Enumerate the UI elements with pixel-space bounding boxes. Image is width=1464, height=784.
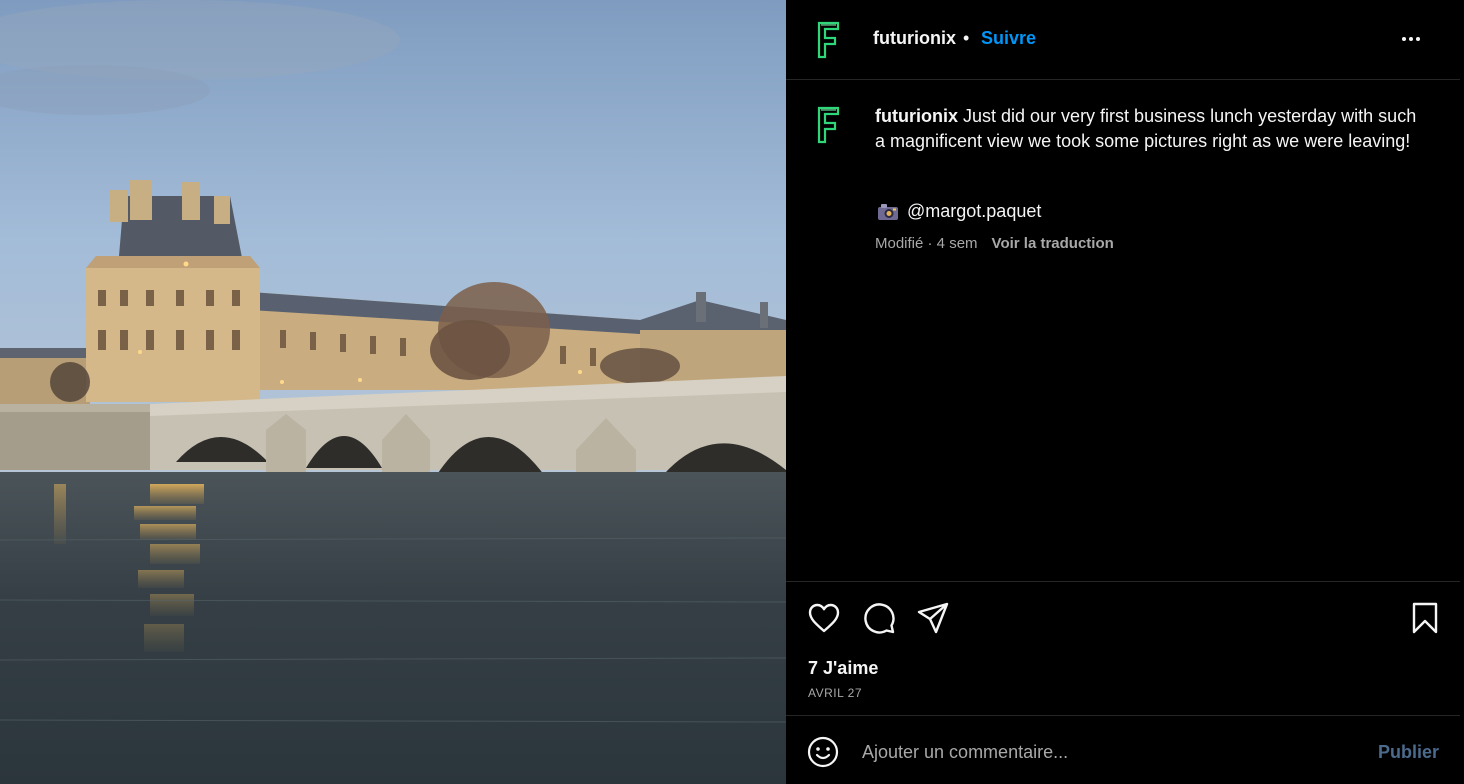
credit-handle[interactable]: @margot.paquet [907, 201, 1041, 222]
letter-f-logo[interactable] [814, 105, 842, 145]
post-author-username[interactable]: futurionix [873, 28, 956, 49]
comment-composer: Publier [786, 717, 1460, 784]
emoji-icon-svg [807, 736, 839, 768]
post-actions: 7 J'aime AVRIL 27 [786, 581, 1460, 716]
publish-button[interactable]: Publier [1378, 742, 1439, 763]
more-horizontal-icon[interactable] [1398, 26, 1424, 52]
caption-meta: Modifié · 4 sem Voir la traduction [875, 235, 1114, 252]
post-caption: futurionix Just did our very first busin… [786, 81, 1460, 581]
follow-button[interactable]: Suivre [981, 28, 1036, 49]
post-header: futurionix • Suivre [786, 0, 1460, 80]
caption-text: futurionix Just did our very first busin… [875, 104, 1425, 153]
letter-f-logo[interactable] [814, 20, 842, 60]
bookmark-icon-svg [1412, 602, 1438, 634]
post-photo[interactable] [0, 0, 786, 784]
letter-f-logo-icon [817, 21, 840, 59]
send-icon-svg [917, 602, 949, 634]
comment-icon[interactable] [862, 601, 896, 635]
caption-username[interactable]: futurionix [875, 106, 958, 126]
heart-icon[interactable] [807, 601, 841, 635]
edited-timestamp: Modifié · 4 sem [875, 235, 978, 252]
post-date: AVRIL 27 [808, 686, 863, 700]
heart-icon-svg [808, 603, 840, 633]
bookmark-icon[interactable] [1408, 601, 1442, 635]
see-translation-link[interactable]: Voir la traduction [992, 235, 1114, 252]
emoji-icon[interactable] [807, 736, 839, 768]
separator-dot: • [963, 28, 970, 48]
likes-count[interactable]: 7 J'aime [808, 658, 878, 679]
comment-input[interactable] [862, 737, 1342, 767]
post-viewer: futurionix • Suivre futurionix Just did … [0, 0, 1464, 784]
comment-icon-svg [864, 603, 895, 634]
send-icon[interactable] [916, 601, 950, 635]
photo-credit: @margot.paquet [877, 201, 1041, 222]
louvre-bridge-photo [0, 0, 786, 784]
letter-f-logo-icon [817, 106, 840, 144]
post-side-panel: futurionix • Suivre futurionix Just did … [786, 0, 1464, 784]
camera-emoji-icon [878, 203, 898, 220]
